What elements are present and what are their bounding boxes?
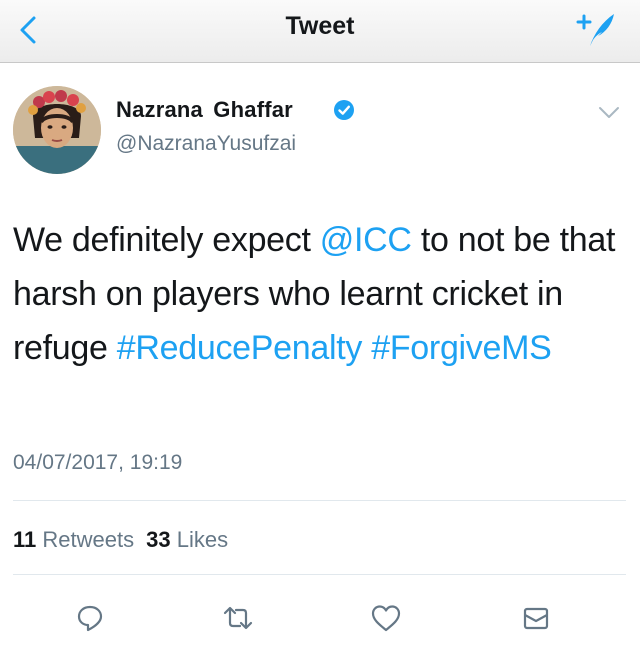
retweets-label: Retweets (42, 527, 135, 552)
likes-count: 33 (146, 527, 171, 552)
divider (13, 574, 626, 575)
verified-badge-icon (334, 100, 354, 120)
reply-button[interactable] (70, 598, 110, 638)
author-display-name[interactable]: Nazrana Ghaffar (116, 97, 293, 123)
retweet-button[interactable] (218, 598, 258, 638)
mention-link-icc[interactable]: @ICC (320, 221, 412, 259)
tweet-stats: 11 Retweets 33 Likes (13, 527, 228, 553)
profile-portrait-icon (13, 86, 101, 174)
like-icon (371, 605, 401, 632)
chevron-down-icon[interactable] (598, 106, 620, 120)
divider (13, 500, 626, 501)
retweet-icon (223, 606, 253, 630)
tweet-timestamp: 04/07/2017, 19:19 (13, 451, 183, 474)
tweet-text: We definitely expect @ICC to not be that… (13, 213, 623, 375)
like-button[interactable] (366, 598, 406, 638)
compose-tweet-icon (576, 14, 614, 46)
tweet-action-bar (0, 598, 640, 638)
hashtag-link-reducepenalty[interactable]: #ReducePenalty (117, 329, 363, 367)
tweet-text-segment (362, 329, 371, 367)
retweets-count: 11 (13, 527, 37, 552)
retweets-stat[interactable]: 11 Retweets (13, 527, 134, 552)
navigation-bar: Tweet (0, 0, 640, 63)
share-button[interactable] (516, 598, 556, 638)
likes-label: Likes (176, 527, 229, 552)
tweet-text-segment: We definitely expect (13, 221, 320, 259)
compose-tweet-button[interactable] (574, 10, 618, 50)
avatar[interactable] (13, 86, 101, 174)
reply-icon (77, 605, 103, 632)
author-handle[interactable]: @NazranaYusufzai (116, 132, 296, 156)
share-icon (523, 607, 549, 630)
page-title: Tweet (285, 12, 355, 40)
likes-stat[interactable]: 33 Likes (146, 527, 228, 552)
hashtag-link-forgivems[interactable]: #ForgiveMS (371, 329, 552, 367)
